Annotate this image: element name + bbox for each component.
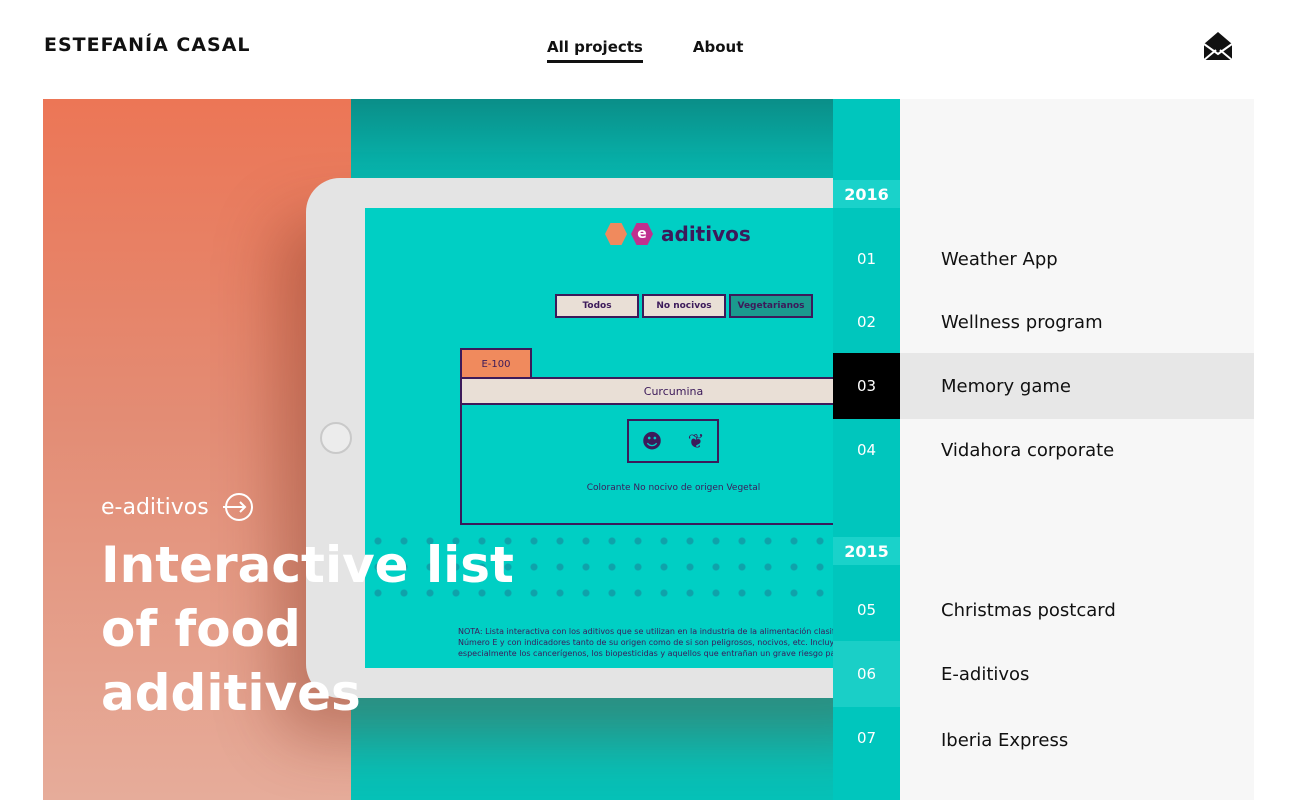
additive-icons: ☻ ❦: [627, 419, 719, 463]
mockup-tab-todos: Todos: [555, 294, 639, 318]
mockup-tab-vegetarianos: Vegetarianos: [729, 294, 813, 318]
mockup-tabs: Todos No nocivos Vegetarianos: [555, 294, 813, 318]
mockup-logo-text: aditivos: [661, 222, 751, 246]
project-item-weather-app[interactable]: Weather App: [900, 226, 1254, 292]
project-item-vidahora-corporate[interactable]: Vidahora corporate: [900, 417, 1254, 483]
year-2015: 2015: [833, 537, 900, 565]
envelope-icon[interactable]: [1202, 30, 1234, 62]
mockup-additive-card: E-100 Curcumina ☻ ❦ Colorante No nocivo …: [460, 348, 887, 525]
project-list: Weather App Wellness program Memory game…: [900, 99, 1254, 800]
project-item-wellness-program[interactable]: Wellness program: [900, 289, 1254, 355]
additive-code: E-100: [460, 348, 532, 380]
hero-title: Interactive list of food additives: [101, 536, 514, 722]
tablet-home-button: [320, 422, 352, 454]
project-item-iberia-express[interactable]: Iberia Express: [900, 707, 1254, 773]
year-2016: 2016: [833, 180, 900, 208]
nav-about[interactable]: About: [693, 38, 744, 63]
timeline-number-05[interactable]: 05: [833, 577, 900, 643]
timeline-number-01[interactable]: 01: [833, 226, 900, 292]
mockup-tab-no-nocivos: No nocivos: [642, 294, 726, 318]
site-brand[interactable]: ESTEFANÍA CASAL: [44, 34, 251, 56]
hexagon-icon: [605, 223, 627, 245]
additive-name: Curcumina: [460, 377, 887, 405]
timeline-number-02[interactable]: 02: [833, 289, 900, 355]
timeline-number-07[interactable]: 07: [833, 705, 900, 771]
project-item-memory-game[interactable]: Memory game: [900, 353, 1254, 419]
hero-kicker-label: e-aditivos: [101, 494, 209, 520]
timeline-number-06[interactable]: 06: [833, 641, 900, 707]
hero-project-link[interactable]: e-aditivos: [101, 491, 521, 523]
leaf-icon: ❦: [687, 429, 705, 453]
project-item-christmas-postcard[interactable]: Christmas postcard: [900, 577, 1254, 643]
logo-letter: e: [631, 223, 653, 245]
main-nav: All projects About: [547, 38, 743, 63]
additive-body: ☻ ❦ Colorante No nocivo de origen Vegeta…: [460, 403, 887, 525]
project-item-e-aditivos[interactable]: E-aditivos: [900, 641, 1254, 707]
hero-banner: e aditivos Todos No nocivos Vegetarianos…: [43, 99, 900, 800]
mockup-note: NOTA: Lista interactiva con los aditivos…: [458, 627, 888, 658]
timeline-column: 2016 01 02 03 04 2015 05 06 07: [833, 99, 900, 800]
hero-text: e-aditivos Interactive list of food addi…: [101, 491, 521, 725]
timeline-number-03[interactable]: 03: [833, 353, 900, 419]
arrow-circle-right-icon: [222, 493, 253, 521]
additive-description: Colorante No nocivo de origen Vegetal: [586, 483, 761, 493]
nav-all-projects[interactable]: All projects: [547, 38, 643, 63]
timeline-number-04[interactable]: 04: [833, 417, 900, 483]
mockup-logo: e aditivos: [605, 222, 751, 246]
smiley-icon: ☻: [641, 429, 663, 453]
